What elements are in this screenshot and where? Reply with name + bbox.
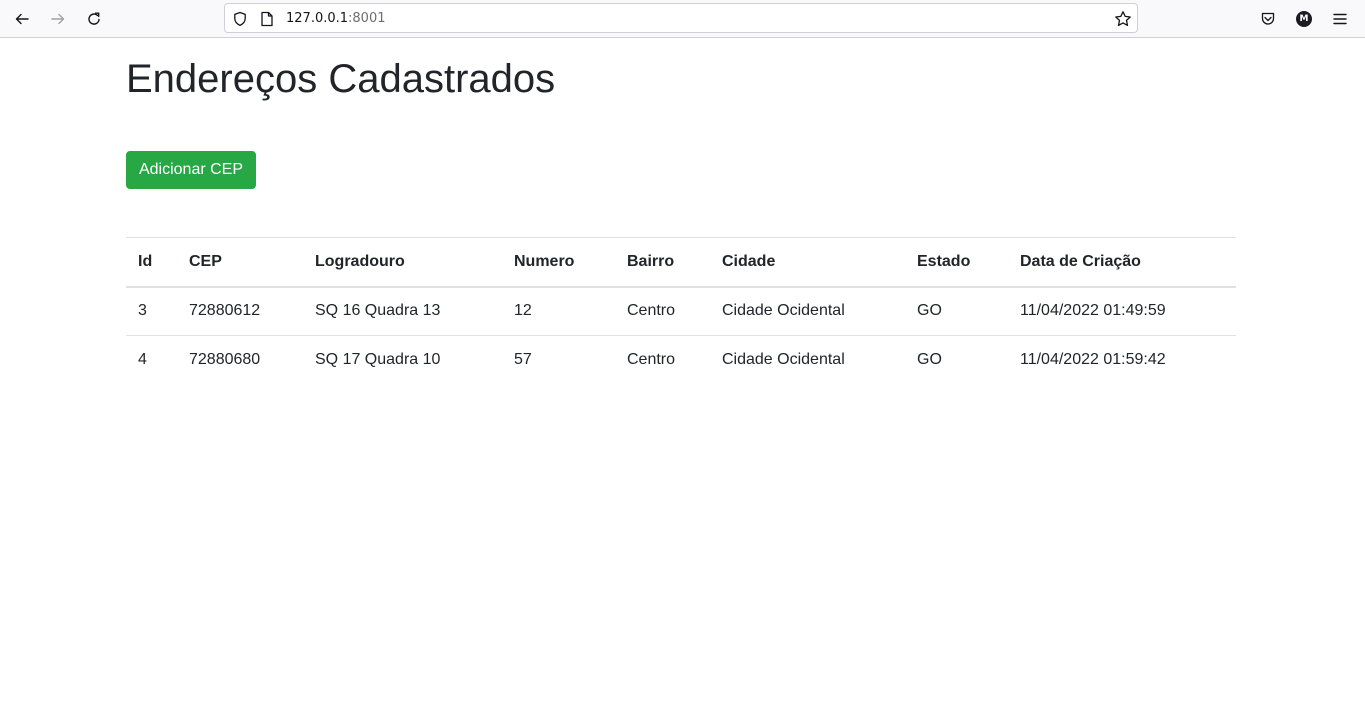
cell-data-criacao: 11/04/2022 01:59:42	[1020, 351, 1166, 369]
column-header-cidade: Cidade	[722, 252, 776, 270]
url-port: :8001	[348, 11, 386, 26]
column-header-bairro: Bairro	[627, 252, 675, 270]
page-title: Endereços Cadastrados	[126, 57, 556, 101]
table-row: 4 72880680 SQ 17 Quadra 10 57 Centro Cid…	[126, 335, 1236, 385]
column-header-id: Id	[138, 252, 153, 270]
cell-cep: 72880612	[189, 302, 261, 320]
arrow-left-icon	[15, 13, 29, 25]
page-icon[interactable]	[258, 10, 276, 28]
pocket-icon[interactable]	[1256, 7, 1280, 31]
cell-cep: 72880680	[189, 351, 261, 369]
cell-bairro: Centro	[627, 351, 676, 369]
arrow-right-icon	[51, 13, 65, 25]
cell-estado: GO	[917, 351, 942, 369]
shield-icon[interactable]	[231, 10, 249, 28]
account-avatar-icon: M	[1296, 11, 1312, 27]
addresses-table: Id CEP Logradouro Numero Bairro Cidade E…	[126, 237, 1236, 385]
cell-estado: GO	[917, 302, 942, 320]
cell-cidade: Cidade Ocidental	[722, 351, 845, 369]
url-host: 127.0.0.1	[286, 11, 349, 26]
column-header-data-criacao: Data de Criação	[1020, 252, 1141, 270]
browser-toolbar: 127.0.0.1:8001 M	[0, 0, 1365, 38]
menu-button[interactable]	[1328, 7, 1352, 31]
cell-logradouro: SQ 16 Quadra 13	[315, 302, 441, 320]
cell-cidade: Cidade Ocidental	[722, 302, 845, 320]
table-header-row: Id CEP Logradouro Numero Bairro Cidade E…	[126, 237, 1236, 287]
column-header-logradouro: Logradouro	[315, 252, 405, 270]
cell-id: 4	[138, 351, 147, 369]
cell-bairro: Centro	[627, 302, 676, 320]
add-cep-button[interactable]: Adicionar CEP	[126, 151, 256, 189]
bookmark-star-icon[interactable]	[1114, 10, 1132, 28]
reload-button[interactable]	[81, 6, 107, 32]
cell-numero: 57	[514, 351, 532, 369]
cell-id: 3	[138, 302, 147, 320]
cell-data-criacao: 11/04/2022 01:49:59	[1020, 302, 1166, 320]
table-row: 3 72880612 SQ 16 Quadra 13 12 Centro Cid…	[126, 287, 1236, 336]
url-bar[interactable]: 127.0.0.1:8001	[224, 3, 1138, 33]
url-text[interactable]: 127.0.0.1:8001	[286, 11, 386, 26]
reload-icon	[88, 12, 100, 25]
column-header-estado: Estado	[917, 252, 971, 270]
cell-numero: 12	[514, 302, 532, 320]
account-button[interactable]: M	[1292, 7, 1316, 31]
column-header-numero: Numero	[514, 252, 575, 270]
back-button[interactable]	[9, 6, 35, 32]
column-header-cep: CEP	[189, 252, 222, 270]
forward-button[interactable]	[45, 6, 71, 32]
cell-logradouro: SQ 17 Quadra 10	[315, 351, 441, 369]
hamburger-menu-icon	[1333, 13, 1347, 25]
